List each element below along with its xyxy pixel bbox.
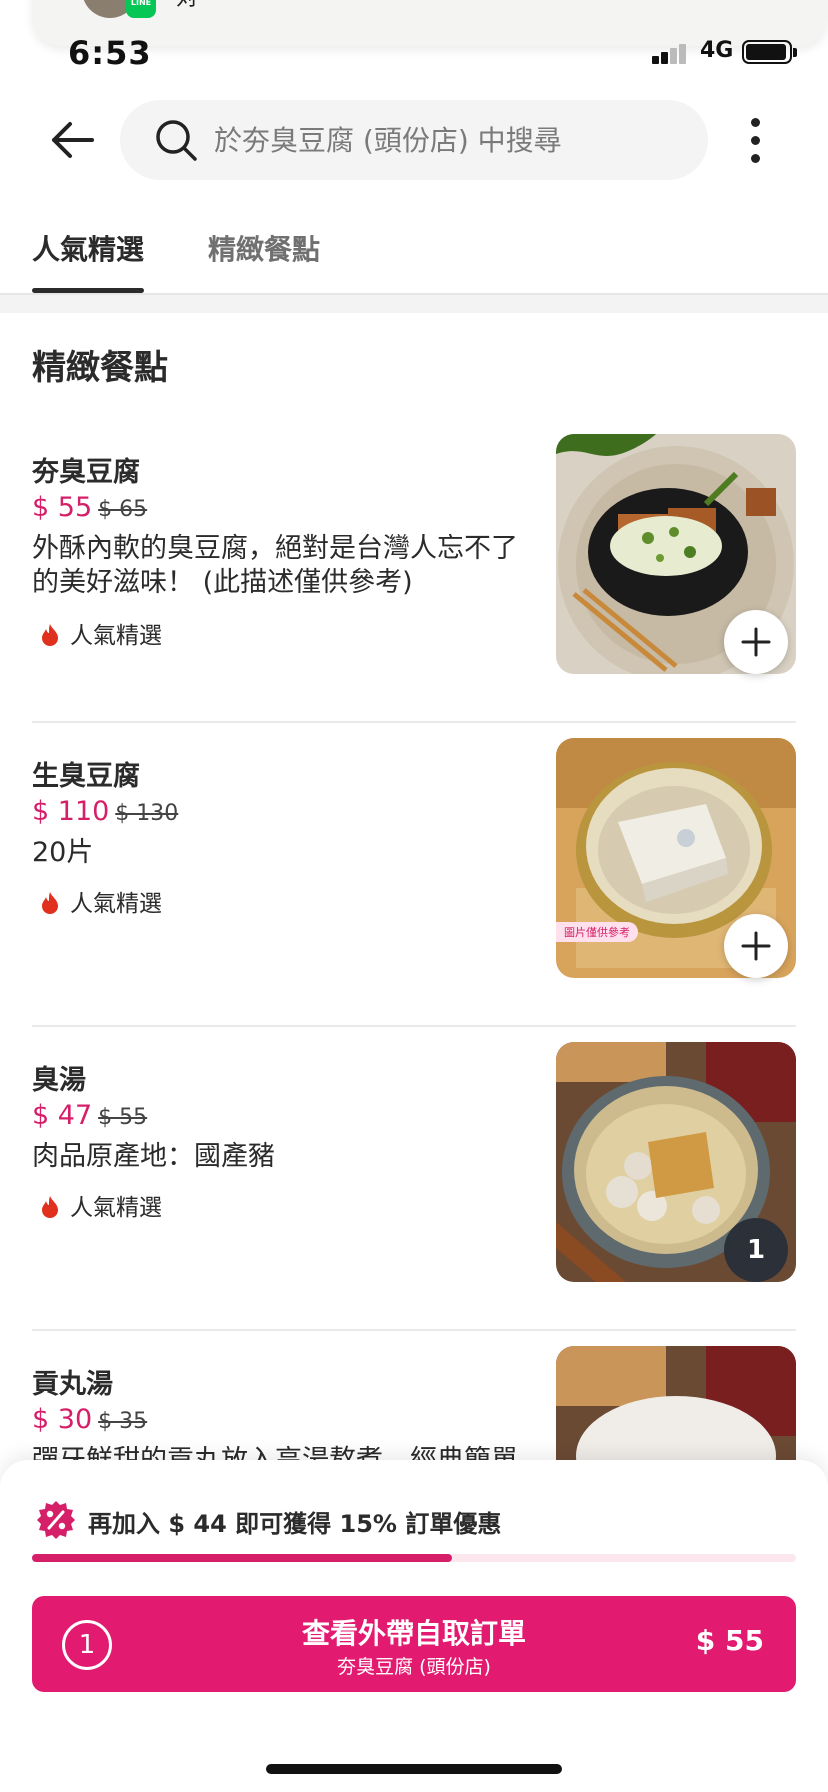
item-quantity-badge[interactable]: 1 bbox=[724, 1218, 788, 1282]
signal-icon bbox=[652, 44, 690, 64]
view-order-button[interactable]: 1 查看外帶自取訂單 夯臭豆腐 (頭份店) $ 55 bbox=[32, 1596, 796, 1692]
item-divider bbox=[32, 1329, 796, 1331]
tab-fine-meals[interactable]: 精緻餐點 bbox=[208, 228, 320, 268]
status-time: 6:53 bbox=[68, 34, 152, 72]
promo-progress-bar bbox=[32, 1554, 796, 1562]
popular-tag: 人氣精選 bbox=[40, 1188, 162, 1222]
popular-tag: 人氣精選 bbox=[40, 884, 162, 918]
discount-badge-icon bbox=[37, 1501, 75, 1539]
item-name: 夯臭豆腐 bbox=[32, 457, 140, 488]
item-divider bbox=[32, 1025, 796, 1027]
promo-progress-fill bbox=[32, 1554, 453, 1562]
item-divider bbox=[32, 721, 796, 723]
add-button[interactable] bbox=[724, 914, 788, 978]
line-app-icon: LINE bbox=[126, 0, 156, 18]
add-button[interactable] bbox=[724, 610, 788, 674]
item-description: 肉品原產地：國產豬 bbox=[32, 1141, 275, 1172]
item-description: 20片 bbox=[32, 837, 94, 868]
tabs-divider bbox=[0, 293, 828, 313]
section-title: 精緻餐點 bbox=[32, 348, 168, 388]
notification-text: 对 bbox=[176, 0, 198, 12]
item-original-price: $ 35 bbox=[98, 1409, 148, 1434]
item-price: $ 55 $ 65 bbox=[32, 492, 148, 523]
flame-icon bbox=[42, 892, 58, 914]
menu-item[interactable]: 生臭豆腐 $ 110 $ 130 20片 人氣精選 圖片僅供參考 bbox=[32, 738, 796, 1058]
image-disclaimer-label: 圖片僅供參考 bbox=[556, 922, 638, 942]
flame-icon bbox=[42, 1196, 58, 1218]
plus-icon bbox=[741, 931, 771, 961]
tab-popular[interactable]: 人氣精選 bbox=[32, 228, 144, 268]
item-name: 生臭豆腐 bbox=[32, 761, 140, 792]
flame-icon bbox=[42, 624, 58, 646]
item-original-price: $ 65 bbox=[98, 497, 148, 522]
checkout-title: 查看外帶自取訂單 bbox=[301, 1617, 526, 1650]
network-type: 4G bbox=[700, 38, 734, 63]
promo-message: 再加入 $ 44 即可獲得 15% 訂單優惠 bbox=[88, 1510, 502, 1538]
checkout-store-name: 夯臭豆腐 (頭份店) bbox=[337, 1656, 491, 1678]
search-input[interactable] bbox=[214, 100, 684, 180]
item-price: $ 110 $ 130 bbox=[32, 796, 179, 827]
search-icon bbox=[156, 120, 197, 161]
menu-item[interactable]: 臭湯 $ 47 $ 55 肉品原產地：國產豬 人氣精選 1 bbox=[32, 1042, 796, 1362]
menu-item[interactable]: 夯臭豆腐 $ 55 $ 65 外酥內軟的臭豆腐，絕對是台灣人忘不了的美好滋味！ (… bbox=[32, 434, 796, 754]
item-name: 貢丸湯 bbox=[32, 1369, 113, 1400]
popular-tag: 人氣精選 bbox=[40, 616, 162, 650]
battery-icon bbox=[742, 40, 797, 64]
home-indicator[interactable] bbox=[266, 1764, 562, 1774]
item-name: 臭湯 bbox=[32, 1065, 86, 1096]
item-description: 外酥內軟的臭豆腐，絕對是台灣人忘不了的美好滋味！ (此描述僅供參考) bbox=[32, 533, 518, 598]
status-bar: 6:53 4G bbox=[0, 30, 828, 72]
item-original-price: $ 130 bbox=[115, 801, 179, 826]
cart-panel: 再加入 $ 44 即可獲得 15% 訂單優惠 1 查看外帶自取訂單 夯臭豆腐 (… bbox=[0, 1460, 828, 1792]
more-options-icon[interactable] bbox=[740, 110, 770, 170]
checkout-total: $ 55 bbox=[695, 1624, 764, 1657]
search-bar[interactable] bbox=[120, 100, 708, 180]
back-arrow-icon[interactable] bbox=[48, 116, 98, 166]
item-price: $ 30 $ 35 bbox=[32, 1404, 148, 1435]
item-price: $ 47 $ 55 bbox=[32, 1100, 148, 1131]
plus-icon bbox=[741, 627, 771, 657]
item-original-price: $ 55 bbox=[98, 1105, 148, 1130]
